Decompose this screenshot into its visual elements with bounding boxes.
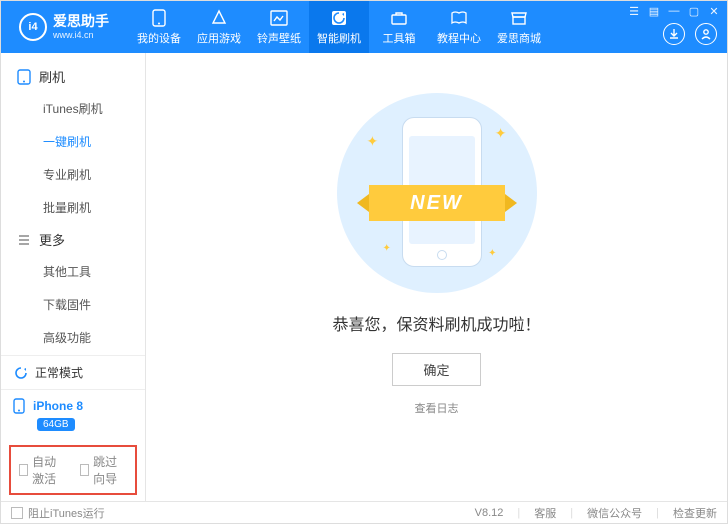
- nav-store[interactable]: 爱思商城: [489, 1, 549, 53]
- skip-guide-checkbox[interactable]: 跳过向导: [80, 453, 127, 487]
- apps-icon: [209, 9, 229, 27]
- sparkle-icon: ✦: [383, 243, 391, 254]
- window-controls: ☰ ▤ — ▢ ✕: [627, 4, 721, 18]
- group-title: 更多: [39, 230, 65, 249]
- sidebar-item-download-firmware[interactable]: 下载固件: [1, 288, 145, 321]
- options-icon[interactable]: ▤: [647, 4, 661, 18]
- sidebar: 刷机 iTunes刷机 一键刷机 专业刷机 批量刷机 更多 其他工具 下载固件 …: [1, 53, 146, 501]
- view-log-link[interactable]: 查看日志: [415, 400, 459, 416]
- new-ribbon: NEW: [349, 181, 525, 225]
- logo-icon: i4: [19, 13, 47, 41]
- download-icon[interactable]: [663, 23, 685, 45]
- app-logo: i4 爱思助手 www.i4.cn: [9, 13, 119, 41]
- nav-label: 应用游戏: [197, 30, 241, 46]
- nav-label: 我的设备: [137, 30, 181, 46]
- refresh-icon: [13, 365, 29, 381]
- top-nav: 我的设备 应用游戏 铃声壁纸 智能刷机 工具箱 教程中心 爱思商城: [129, 1, 549, 53]
- nav-label: 爱思商城: [497, 30, 541, 46]
- sparkle-icon: ✦: [488, 248, 496, 259]
- user-icon[interactable]: [695, 23, 717, 45]
- app-header: i4 爱思助手 www.i4.cn 我的设备 应用游戏 铃声壁纸 智能刷机 工具…: [1, 1, 727, 53]
- app-name: 爱思助手: [53, 14, 109, 29]
- wallpaper-icon: [269, 9, 289, 27]
- main-content: ✦ ✦ ✦ ✦ NEW 恭喜您，保资料刷机成功啦！ 确定 查看日志: [146, 53, 727, 501]
- sidebar-item-batch-flash[interactable]: 批量刷机: [1, 191, 145, 224]
- minimize-button[interactable]: —: [667, 4, 681, 18]
- flash-icon: [329, 9, 349, 27]
- nav-label: 智能刷机: [317, 30, 361, 46]
- nav-label: 铃声壁纸: [257, 30, 301, 46]
- app-site: www.i4.cn: [53, 30, 109, 40]
- phone-icon: [149, 9, 169, 27]
- support-link[interactable]: 客服: [534, 505, 556, 521]
- nav-toolbox[interactable]: 工具箱: [369, 1, 429, 53]
- nav-my-device[interactable]: 我的设备: [129, 1, 189, 53]
- version-label: V8.12: [475, 507, 504, 519]
- sidebar-group-flash[interactable]: 刷机: [1, 61, 145, 92]
- auto-activate-checkbox[interactable]: 自动激活: [19, 453, 66, 487]
- sidebar-group-more[interactable]: 更多: [1, 224, 145, 255]
- group-title: 刷机: [39, 67, 65, 86]
- sidebar-item-itunes-flash[interactable]: iTunes刷机: [1, 92, 145, 125]
- maximize-button[interactable]: ▢: [687, 4, 701, 18]
- menu-icon: [17, 233, 31, 247]
- success-illustration: ✦ ✦ ✦ ✦ NEW: [337, 93, 537, 293]
- settings-icon[interactable]: ☰: [627, 4, 641, 18]
- ribbon-text: NEW: [369, 185, 505, 221]
- bottom-options-highlight: 自动激活 跳过向导: [9, 445, 137, 495]
- nav-ringtone-wallpaper[interactable]: 铃声壁纸: [249, 1, 309, 53]
- checkbox-icon: [80, 464, 89, 476]
- nav-tutorials[interactable]: 教程中心: [429, 1, 489, 53]
- device-name: iPhone 8: [33, 399, 83, 413]
- wechat-link[interactable]: 微信公众号: [587, 505, 642, 521]
- nav-label: 教程中心: [437, 30, 481, 46]
- sidebar-item-oneclick-flash[interactable]: 一键刷机: [1, 125, 145, 158]
- block-itunes-checkbox[interactable]: 阻止iTunes运行: [11, 505, 105, 521]
- success-message: 恭喜您，保资料刷机成功啦！: [332, 311, 540, 335]
- checkbox-label: 自动激活: [32, 453, 66, 487]
- checkbox-icon: [11, 507, 23, 519]
- sidebar-item-pro-flash[interactable]: 专业刷机: [1, 158, 145, 191]
- nav-label: 工具箱: [383, 30, 416, 46]
- store-icon: [509, 9, 529, 27]
- nav-apps-games[interactable]: 应用游戏: [189, 1, 249, 53]
- header-actions: [663, 23, 717, 45]
- sidebar-item-other-tools[interactable]: 其他工具: [1, 255, 145, 288]
- sparkle-icon: ✦: [495, 125, 507, 142]
- sparkle-icon: ✦: [367, 133, 379, 150]
- device-block[interactable]: iPhone 8 64GB: [1, 389, 145, 439]
- checkbox-icon: [19, 464, 28, 476]
- sidebar-item-advanced[interactable]: 高级功能: [1, 321, 145, 354]
- checkbox-label: 阻止iTunes运行: [28, 505, 105, 521]
- status-bar: 阻止iTunes运行 V8.12 | 客服 | 微信公众号 | 检查更新: [1, 501, 727, 524]
- check-update-link[interactable]: 检查更新: [673, 505, 717, 521]
- toolbox-icon: [389, 9, 409, 27]
- mode-status[interactable]: 正常模式: [1, 355, 145, 389]
- book-icon: [449, 9, 469, 27]
- nav-smart-flash[interactable]: 智能刷机: [309, 1, 369, 53]
- phone-icon: [13, 398, 25, 414]
- storage-badge: 64GB: [37, 418, 75, 431]
- status-label: 正常模式: [35, 364, 83, 381]
- close-button[interactable]: ✕: [707, 4, 721, 18]
- confirm-button[interactable]: 确定: [392, 353, 480, 386]
- checkbox-label: 跳过向导: [93, 453, 127, 487]
- phone-icon: [17, 69, 31, 85]
